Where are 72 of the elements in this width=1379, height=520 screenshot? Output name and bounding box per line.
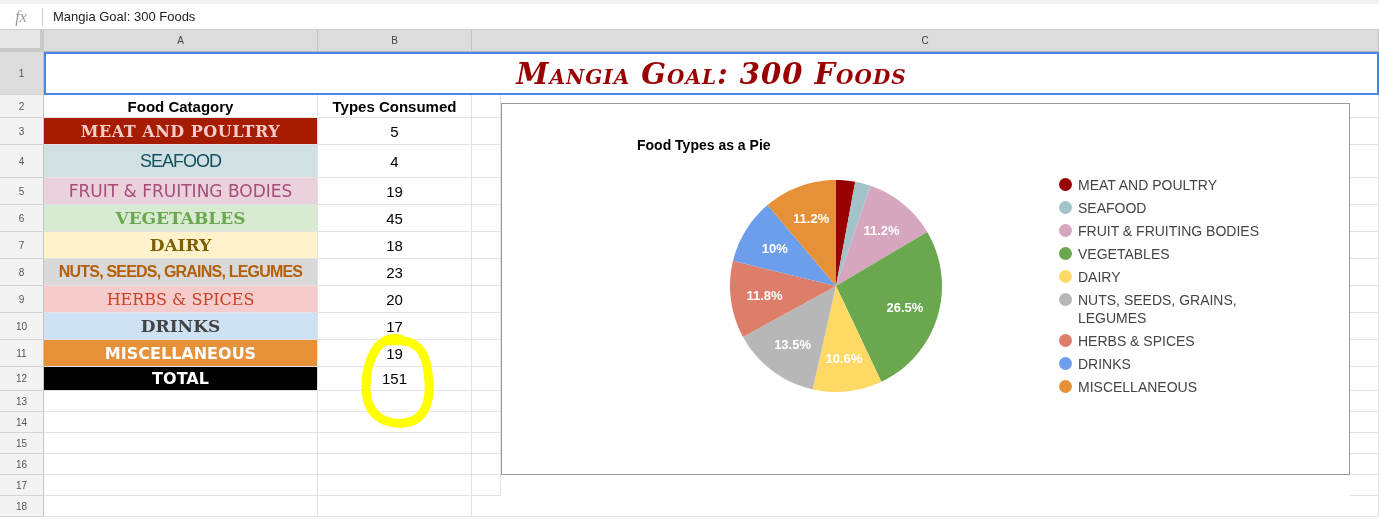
empty-cell[interactable]: [318, 475, 472, 496]
row-number[interactable]: 10: [0, 313, 44, 340]
row-number[interactable]: 13: [0, 391, 44, 412]
column-header[interactable]: A: [44, 30, 318, 52]
slice-label: 11.2%: [863, 223, 900, 239]
column-header[interactable]: B: [318, 30, 472, 52]
count-cell: 19: [318, 178, 472, 205]
category-cell: TOTAL: [44, 367, 318, 391]
column-header[interactable]: C: [472, 30, 1379, 52]
row-number[interactable]: 12: [0, 367, 44, 391]
row-number[interactable]: 14: [0, 412, 44, 433]
count-cell: 20: [318, 286, 472, 313]
category-cell: DRINKS: [44, 313, 318, 340]
legend-label: SEAFOOD: [1078, 199, 1147, 217]
legend-label: NUTS, SEEDS, GRAINS, LEGUMES: [1078, 291, 1238, 327]
row-number[interactable]: 4: [0, 145, 44, 178]
empty-cell[interactable]: [1350, 475, 1379, 496]
row-number[interactable]: 7: [0, 232, 44, 259]
count-cell: 23: [318, 259, 472, 286]
row-number[interactable]: 18: [0, 496, 44, 517]
count-cell: 4: [318, 145, 472, 178]
legend-label: DRINKS: [1078, 355, 1131, 373]
count-cell: 19: [318, 340, 472, 367]
legend-label: FRUIT & FRUITING BODIES: [1078, 222, 1259, 240]
row-number[interactable]: 1: [0, 52, 44, 95]
empty-cell[interactable]: [318, 433, 472, 454]
count-cell: 17: [318, 313, 472, 340]
empty-cell[interactable]: [318, 412, 472, 433]
sheet-title: Mangia Goal: 300 Foods: [44, 52, 1379, 95]
category-cell: MISCELLANEOUS: [44, 340, 318, 367]
slice-label: 11.8%: [746, 288, 783, 304]
category-cell: DAIRY: [44, 232, 318, 259]
row-number[interactable]: 3: [0, 118, 44, 145]
count-cell: 5: [318, 118, 472, 145]
chart-title: Food Types as a Pie: [636, 136, 771, 154]
empty-cell[interactable]: [318, 454, 472, 475]
category-cell: NUTS, SEEDS, GRAINS, LEGUMES: [44, 259, 318, 286]
slice-label: 11.2%: [793, 211, 830, 227]
function-label: fx: [0, 7, 43, 26]
legend-label: DAIRY: [1078, 268, 1121, 286]
column-heading: Types Consumed: [318, 95, 472, 118]
category-cell: MEAT AND POULTRY: [44, 118, 318, 145]
legend-label: MEAT AND POULTRY: [1078, 176, 1217, 194]
empty-cell[interactable]: [318, 391, 472, 412]
empty-cell[interactable]: [472, 496, 1379, 517]
row-number[interactable]: 9: [0, 286, 44, 313]
count-cell: 45: [318, 205, 472, 232]
row-number[interactable]: 16: [0, 454, 44, 475]
category-cell: VEGETABLES: [44, 205, 318, 232]
slice-label: 13.5%: [774, 336, 811, 352]
row-number[interactable]: 17: [0, 475, 44, 496]
count-cell: 18: [318, 232, 472, 259]
row-number[interactable]: 11: [0, 340, 44, 367]
select-all-corner[interactable]: [0, 30, 44, 52]
legend-label: MISCELLANEOUS: [1078, 378, 1198, 396]
empty-cell[interactable]: [472, 475, 501, 496]
row-number[interactable]: 8: [0, 259, 44, 286]
row-number[interactable]: 2: [0, 95, 44, 118]
empty-cell[interactable]: [318, 496, 472, 517]
legend-label: VEGETABLES: [1078, 245, 1170, 263]
slice-label: 26.5%: [886, 300, 924, 316]
count-cell: 151: [318, 367, 472, 391]
row-number[interactable]: 6: [0, 205, 44, 232]
slice-label: 10.6%: [825, 350, 863, 366]
category-cell: FRUIT & FRUITING BODIES: [44, 178, 318, 205]
row-number[interactable]: 5: [0, 178, 44, 205]
category-cell: SEAFOOD: [44, 145, 318, 178]
row-number[interactable]: 15: [0, 433, 44, 454]
legend-label: HERBS & SPICES: [1078, 332, 1195, 350]
category-cell: HERBS & SPICES: [44, 286, 318, 313]
slice-label: 10%: [761, 241, 788, 257]
formula-field[interactable]: Mangia Goal: 300 Foods: [43, 9, 196, 24]
